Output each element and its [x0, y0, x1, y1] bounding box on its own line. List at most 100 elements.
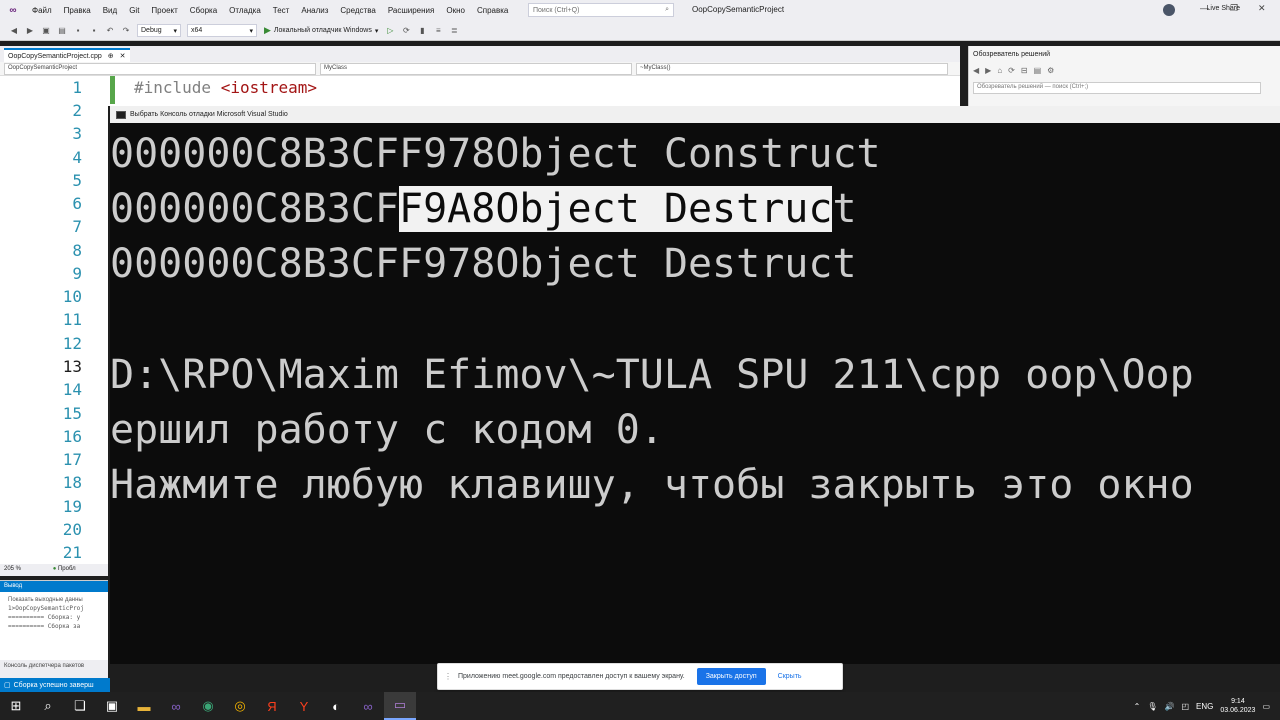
toolbar: ◀ ▶ ▣ ▤ ▪ ▪ ↶ ↷ Debug ▾ x64 ▾ ▶ Локальный … [0, 21, 1280, 41]
language-indicator[interactable]: ENG [1196, 702, 1213, 711]
line-number: 2 [72, 101, 82, 120]
document-tabstrip: OopCopySemanticProject.cpp ⊕ ✕ [0, 46, 960, 62]
chevron-up-icon[interactable]: ⌃ [1134, 702, 1141, 711]
visual-studio-2-icon[interactable]: ∞ [352, 692, 384, 720]
change-indicator [110, 76, 115, 104]
debug-console[interactable]: 000000C8B3CFF978Object Construct 000000C… [110, 123, 1280, 664]
line-number: 8 [72, 241, 82, 260]
pin-icon[interactable]: ⊕ [108, 52, 114, 60]
undo-icon[interactable]: ↶ [104, 25, 116, 37]
tab-package-manager-console[interactable]: Консоль диспетчера пакетов [0, 660, 108, 678]
output-line: ========== Сборка за [8, 623, 81, 630]
menu-help[interactable]: Справка [471, 6, 514, 15]
member-select[interactable]: ~MyClass() [636, 63, 948, 75]
avatar[interactable] [1163, 4, 1175, 16]
class-select[interactable]: MyClass [320, 63, 632, 75]
console-line: 000000C8B3CFF978Object Construct [110, 131, 881, 177]
back-icon[interactable]: ◀ [973, 66, 979, 75]
solution-search-input[interactable]: Обозреватель решений — поиск (Ctrl+;) [973, 82, 1261, 94]
uncomment-icon[interactable]: ≣ [448, 25, 460, 37]
zoom-bar: 205 % ● Пробл [0, 564, 108, 576]
menu-git[interactable]: Git [123, 6, 145, 15]
search-icon[interactable]: ⌕ [32, 692, 64, 720]
screen: ∞ Файл Правка Вид Git Проект Сборка Отла… [0, 0, 1280, 720]
hot-reload-icon[interactable]: ⟳ [400, 25, 412, 37]
sharing-message: Приложению meet.google.com предоставлен … [458, 673, 685, 680]
visual-studio-icon[interactable]: ∞ [160, 692, 192, 720]
hide-button[interactable]: Скрыть [772, 668, 808, 685]
console-line: 000000C8B3CFF978Object Destruct [110, 241, 857, 287]
new-item-icon[interactable]: ▣ [40, 25, 52, 37]
task-view-icon[interactable]: ❏ [64, 692, 96, 720]
chevron-down-icon: ▾ [173, 27, 177, 35]
menu-debug[interactable]: Отладка [223, 6, 267, 15]
line-number: 16 [62, 427, 82, 446]
run-without-debug-icon[interactable]: ▷ [384, 25, 396, 37]
microphone-icon[interactable]: 🎙 [1147, 702, 1157, 711]
volume-icon[interactable]: 🔊 [1165, 702, 1175, 711]
save-all-icon[interactable]: ▪ [88, 25, 100, 37]
forward-icon[interactable]: ▶ [24, 25, 36, 37]
clock[interactable]: 9:14 03.06.2023 [1220, 697, 1255, 715]
comment-icon[interactable]: ≡ [432, 25, 444, 37]
github-icon[interactable]: ◐ [320, 692, 352, 720]
tab-close-icon[interactable]: ✕ [120, 52, 126, 60]
drag-handle-icon[interactable]: ⋮ [444, 672, 452, 681]
line-number: 21 [62, 543, 82, 562]
code-line-include[interactable]: #include <iostream> [134, 78, 317, 97]
search-input[interactable]: Поиск (Ctrl+Q) ⌕ [528, 3, 674, 17]
back-icon[interactable]: ◀ [8, 25, 20, 37]
show-all-icon[interactable]: ▤ [1034, 66, 1042, 75]
stop-sharing-button[interactable]: Закрыть доступ [696, 668, 766, 685]
sync-icon[interactable]: ⟳ [1008, 66, 1015, 75]
visual-studio-logo-icon: ∞ [9, 5, 17, 16]
redo-icon[interactable]: ↷ [120, 25, 132, 37]
network-icon[interactable]: ◰ [1181, 702, 1189, 711]
edge-icon[interactable]: ◉ [192, 692, 224, 720]
scope-select[interactable]: OopCopySemanticProject [4, 63, 316, 75]
line-number: 19 [62, 497, 82, 516]
menu-analyze[interactable]: Анализ [295, 6, 334, 15]
menu-build[interactable]: Сборка [184, 6, 223, 15]
yandex-icon[interactable]: Я [256, 692, 288, 720]
taskbar: ⊞ ⌕ ❏ ▣ ▬ ∞ ◉ ◎ Я Y ◐ ∞ ▭ ⌃ 🎙 🔊 ◰ ENG 9:… [0, 692, 1280, 720]
tab-oopcopysemanticproject-cpp[interactable]: OopCopySemanticProject.cpp ⊕ ✕ [4, 48, 130, 62]
menu-project[interactable]: Проект [145, 6, 183, 15]
search-placeholder: Поиск (Ctrl+Q) [533, 6, 580, 14]
file-explorer-icon[interactable]: ▬ [128, 692, 160, 720]
menu-test[interactable]: Тест [267, 6, 296, 15]
menu-edit[interactable]: Правка [58, 6, 97, 15]
close-icon[interactable]: ✕ [1258, 3, 1266, 14]
console-title: Выбрать Консоль отладки Microsoft Visual… [130, 111, 288, 118]
home-icon[interactable]: ⌂ [997, 66, 1002, 75]
line-number: 6 [72, 194, 82, 213]
menu-tools[interactable]: Средства [334, 6, 381, 15]
menu-window[interactable]: Окно [440, 6, 471, 15]
start-debugging-button[interactable]: ▶ Локальный отладчик Windows ▾ [264, 25, 378, 36]
forward-icon[interactable]: ▶ [985, 66, 991, 75]
console-window-icon[interactable]: ▭ [384, 692, 416, 720]
collapse-icon[interactable]: ⊟ [1021, 66, 1028, 75]
platform-value: x64 [191, 27, 203, 34]
zoom-level[interactable]: 205 % [4, 566, 21, 572]
console-text: 000000C8B3CF [110, 186, 399, 232]
line-number: 15 [62, 404, 82, 423]
open-icon[interactable]: ▤ [56, 25, 68, 37]
windows-start-icon[interactable]: ⊞ [0, 692, 32, 720]
chrome-icon[interactable]: ◎ [224, 692, 256, 720]
live-share-button[interactable]: Live Share [1207, 5, 1240, 12]
menu-file[interactable]: Файл [26, 6, 58, 15]
problems-label[interactable]: Пробл [58, 566, 76, 572]
menu-view[interactable]: Вид [97, 6, 123, 15]
save-icon[interactable]: ▪ [72, 25, 84, 37]
platform-select[interactable]: x64 ▾ [187, 24, 257, 37]
line-number: 10 [62, 287, 82, 306]
notifications-icon[interactable]: ▭ [1262, 702, 1270, 711]
bookmark-icon[interactable]: ▮ [416, 25, 428, 37]
properties-icon[interactable]: ⚙ [1047, 66, 1054, 75]
console-title-bar[interactable]: Выбрать Консоль отладки Microsoft Visual… [110, 106, 1280, 123]
store-icon[interactable]: ▣ [96, 692, 128, 720]
yandex-browser-icon[interactable]: Y [288, 692, 320, 720]
menu-extensions[interactable]: Расширения [382, 6, 441, 15]
configuration-select[interactable]: Debug ▾ [137, 24, 181, 37]
